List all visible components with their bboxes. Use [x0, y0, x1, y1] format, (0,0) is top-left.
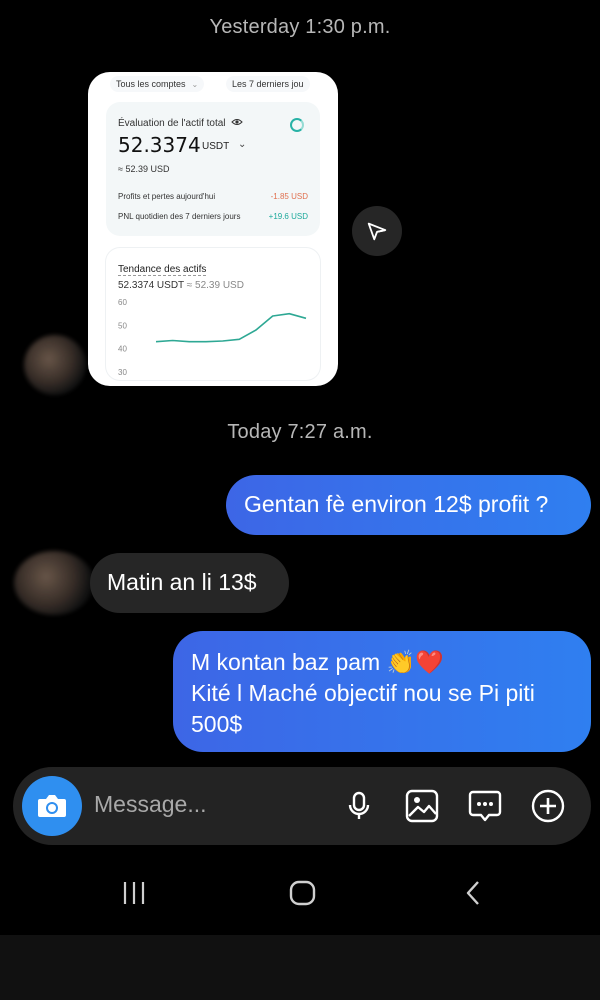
plus-circle-icon[interactable]	[531, 789, 565, 823]
eye-icon	[231, 119, 243, 125]
asset-trend-card: Tendance des actifs 52.3374 USDT ≈ 52.39…	[106, 248, 320, 380]
system-navigation-bar	[0, 850, 600, 935]
message-text: Gentan fè environ 12$ profit ?	[244, 491, 549, 517]
period-filter-label: Les 7 derniers jou	[232, 79, 304, 89]
microphone-icon[interactable]	[342, 789, 376, 823]
trend-title: Tendance des actifs	[118, 264, 207, 276]
total-value: 52.3374	[118, 133, 201, 157]
chevron-down-icon: ⌄	[238, 139, 247, 150]
accounts-filter: Tous les comptes ⌄	[110, 76, 205, 92]
pnl-today-value: -1.85 USD	[270, 192, 308, 201]
timestamp-today: Today 7:27 a.m.	[227, 421, 373, 443]
message-text-line: Kité l Maché objectif nou se Pi piti	[191, 680, 535, 706]
total-unit: USDT	[202, 141, 230, 152]
chevron-down-icon: ⌄	[191, 80, 199, 89]
trend-line	[155, 312, 307, 343]
contact-avatar[interactable]	[24, 335, 86, 395]
trend-subtitle: 52.3374 USDT ≈ 52.39 USD	[118, 280, 244, 291]
y-axis-tick-label: 30	[118, 368, 127, 377]
timestamp-yesterday: Yesterday 1:30 p.m.	[209, 16, 391, 38]
trend-approx: ≈ 52.39 USD	[186, 280, 244, 291]
approx-usd: ≈ 52.39 USD	[118, 164, 170, 174]
accounts-filter-label: Tous les comptes	[116, 79, 186, 89]
message-input[interactable]: Message...	[94, 791, 207, 818]
asset-evaluation-card: Évaluation de l'actif total 52.3374 USDT…	[106, 102, 320, 236]
message-bubble-received[interactable]: Matin an li 13$	[90, 553, 289, 613]
y-axis-tick-label: 60	[118, 298, 127, 307]
nav-back-icon[interactable]	[463, 880, 483, 906]
share-button[interactable]	[352, 206, 402, 256]
camera-icon	[38, 795, 66, 817]
nav-recents-icon[interactable]	[121, 880, 147, 906]
bottom-area	[0, 935, 600, 1000]
asset-label: Évaluation de l'actif total	[118, 118, 226, 129]
y-axis-tick-label: 50	[118, 321, 127, 330]
trend-value: 52.3374 USDT	[118, 280, 184, 291]
message-text: Matin an li 13$	[107, 569, 257, 595]
gallery-icon[interactable]	[405, 789, 439, 823]
message-text-line: M kontan baz pam 👏❤️	[191, 649, 444, 675]
shared-screenshot-image[interactable]: Tous les comptes ⌄ Les 7 derniers jou Éva…	[88, 72, 338, 386]
contact-avatar[interactable]	[14, 551, 94, 615]
pnl-today-label: Profits et pertes aujourd'hui	[118, 192, 216, 201]
message-bubble-sent[interactable]: M kontan baz pam 👏❤️ Kité l Maché object…	[173, 631, 591, 752]
message-text-line: 500$	[191, 711, 243, 737]
message-bubble-sent[interactable]: Gentan fè environ 12$ profit ?	[226, 475, 591, 535]
camera-button[interactable]	[22, 776, 82, 836]
loading-ring-icon	[290, 118, 304, 132]
asset-trend-chart: 60 50 40 30	[118, 298, 307, 377]
sticker-chat-icon[interactable]	[468, 789, 502, 823]
y-axis-tick-label: 40	[118, 345, 127, 354]
message-composer: Message...	[13, 767, 591, 845]
period-filter: Les 7 derniers jou	[226, 76, 310, 92]
nav-home-icon[interactable]	[289, 880, 317, 906]
pnl-7d-value: +19.6 USD	[268, 212, 308, 221]
share-icon	[367, 222, 387, 241]
pnl-7d-label: PNL quotidien des 7 derniers jours	[118, 212, 241, 221]
